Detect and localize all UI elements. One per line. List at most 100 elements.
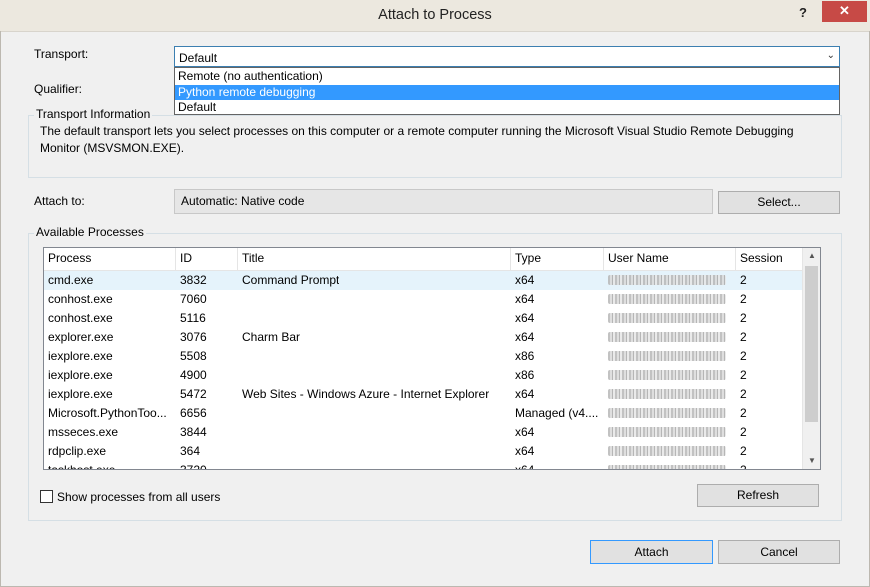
process-type: x64: [515, 330, 535, 344]
process-type: x86: [515, 368, 535, 382]
process-name: Microsoft.PythonToo...: [48, 406, 167, 420]
transport-selected-value: Default: [179, 51, 218, 65]
attach-to-field: Automatic: Native code: [174, 189, 713, 214]
transport-option-python[interactable]: Python remote debugging: [175, 85, 839, 100]
close-button[interactable]: ✕: [822, 1, 867, 22]
transport-option-default[interactable]: Default: [175, 100, 839, 115]
transport-option-remote[interactable]: Remote (no authentication): [175, 69, 839, 84]
process-name: msseces.exe: [48, 425, 119, 439]
table-row[interactable]: rdpclip.exe 364 x64 2: [44, 442, 803, 461]
select-button[interactable]: Select...: [718, 191, 840, 214]
redacted-user-name: [608, 370, 726, 380]
process-name: rdpclip.exe: [48, 444, 107, 458]
table-row[interactable]: iexplore.exe 5508 x86 2: [44, 347, 803, 366]
process-list-header: Process ID Title Type User Name Session: [44, 248, 803, 271]
transport-label: Transport:: [34, 47, 89, 61]
column-header-process[interactable]: Process: [44, 248, 176, 270]
column-header-type[interactable]: Type: [511, 248, 604, 270]
table-row[interactable]: conhost.exe 7060 x64 2: [44, 290, 803, 309]
chevron-down-icon[interactable]: ⌄: [827, 50, 835, 61]
process-list[interactable]: Process ID Title Type User Name Session …: [43, 247, 821, 470]
transport-dropdown-list: Remote (no authentication) Python remote…: [174, 67, 840, 115]
scroll-up-icon[interactable]: ▲: [803, 248, 820, 264]
show-all-users-checkbox[interactable]: [40, 490, 53, 503]
process-title: Command Prompt: [242, 273, 340, 287]
process-id: 5508: [180, 349, 207, 363]
help-button[interactable]: ?: [786, 3, 820, 23]
table-row[interactable]: cmd.exe 3832 Command Prompt x64 2: [44, 271, 803, 290]
vertical-scrollbar[interactable]: ▲ ▼: [802, 248, 820, 469]
redacted-user-name: [608, 351, 726, 361]
process-type: x64: [515, 425, 535, 439]
process-name: explorer.exe: [48, 330, 114, 344]
table-row[interactable]: iexplore.exe 4900 x86 2: [44, 366, 803, 385]
process-id: 7060: [180, 292, 207, 306]
redacted-user-name: [608, 389, 726, 399]
redacted-user-name: [608, 332, 726, 342]
redacted-user-name: [608, 294, 726, 304]
redacted-user-name: [608, 408, 726, 418]
process-session: 2: [740, 349, 747, 363]
process-type: x64: [515, 311, 535, 325]
process-type: x64: [515, 463, 535, 470]
process-session: 2: [740, 292, 747, 306]
redacted-user-name: [608, 465, 726, 469]
process-session: 2: [740, 406, 747, 420]
attach-button[interactable]: Attach: [590, 540, 713, 564]
process-session: 2: [740, 330, 747, 344]
column-header-session[interactable]: Session: [736, 248, 803, 270]
process-type: x86: [515, 349, 535, 363]
process-name: conhost.exe: [48, 292, 113, 306]
qualifier-label: Qualifier:: [34, 82, 83, 96]
column-header-title[interactable]: Title: [238, 248, 511, 270]
process-type: x64: [515, 292, 535, 306]
redacted-user-name: [608, 275, 726, 285]
redacted-user-name: [608, 446, 726, 456]
table-row[interactable]: conhost.exe 5116 x64 2: [44, 309, 803, 328]
process-title: Web Sites - Windows Azure - Internet Exp…: [242, 387, 490, 401]
scrollbar-thumb[interactable]: [805, 266, 818, 422]
redacted-user-name: [608, 313, 726, 323]
process-session: 2: [740, 387, 747, 401]
process-name: taskhost.exe: [48, 463, 116, 470]
transport-info-text: The default transport lets you select pr…: [40, 124, 794, 155]
process-id: 3076: [180, 330, 207, 344]
process-title: Charm Bar: [242, 330, 301, 344]
scroll-down-icon[interactable]: ▼: [803, 453, 820, 469]
process-session: 2: [740, 311, 747, 325]
available-processes-title: Available Processes: [34, 225, 146, 239]
process-session: 2: [740, 444, 747, 458]
column-header-id[interactable]: ID: [176, 248, 238, 270]
transport-combobox[interactable]: Default ⌄: [174, 46, 840, 67]
process-name: iexplore.exe: [48, 368, 113, 382]
process-id: 5472: [180, 387, 207, 401]
process-id: 4900: [180, 368, 207, 382]
process-id: 3844: [180, 425, 207, 439]
process-id: 364: [180, 444, 201, 458]
column-header-user-name[interactable]: User Name: [604, 248, 736, 270]
table-row[interactable]: taskhost.exe 3720 x64 2: [44, 461, 803, 470]
table-row[interactable]: explorer.exe 3076 Charm Bar x64 2: [44, 328, 803, 347]
process-name: iexplore.exe: [48, 349, 113, 363]
process-session: 2: [740, 425, 747, 439]
title-bar: Attach to Process ? ✕: [0, 0, 870, 32]
process-id: 3832: [180, 273, 207, 287]
process-type: x64: [515, 387, 535, 401]
process-name: conhost.exe: [48, 311, 113, 325]
cancel-button[interactable]: Cancel: [718, 540, 840, 564]
process-id: 3720: [180, 463, 207, 470]
process-session: 2: [740, 273, 747, 287]
transport-info-title: Transport Information: [34, 107, 153, 121]
table-row[interactable]: Microsoft.PythonToo... 6656 Managed (v4...…: [44, 404, 803, 423]
attach-to-label: Attach to:: [34, 194, 85, 208]
table-row[interactable]: iexplore.exe 5472 Web Sites - Windows Azur…: [44, 385, 803, 404]
process-session: 2: [740, 463, 747, 470]
process-type: Managed (v4....: [515, 406, 599, 420]
table-row[interactable]: msseces.exe 3844 x64 2: [44, 423, 803, 442]
process-name: cmd.exe: [48, 273, 94, 287]
attach-to-value: Automatic: Native code: [181, 194, 305, 208]
process-type: x64: [515, 444, 535, 458]
refresh-button[interactable]: Refresh: [697, 484, 819, 507]
show-all-users-label[interactable]: Show processes from all users: [57, 490, 220, 504]
process-id: 5116: [180, 311, 206, 325]
